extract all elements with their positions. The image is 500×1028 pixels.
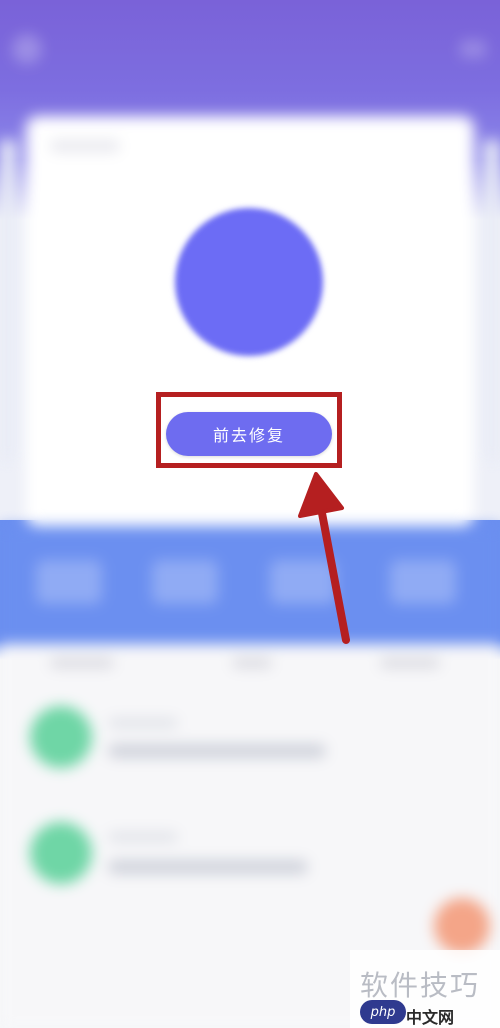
feature-tile[interactable]: [36, 560, 102, 604]
list-item-subtitle: [108, 718, 178, 728]
floating-action-button[interactable]: [434, 898, 490, 954]
card-side-left: [0, 140, 16, 460]
top-bar: [0, 0, 500, 90]
tab-placeholder[interactable]: [232, 658, 272, 668]
list-item-title: [108, 744, 326, 758]
watermark-logo: php: [360, 1000, 406, 1024]
card-side-right: [484, 140, 500, 460]
highlight-box: [156, 392, 342, 468]
back-icon[interactable]: [12, 34, 42, 64]
card-title-placeholder: [50, 140, 120, 152]
list-item-icon: [30, 822, 92, 884]
feature-tile[interactable]: [152, 560, 218, 604]
tab-placeholder[interactable]: [50, 658, 114, 668]
status-circle-icon: [175, 208, 323, 356]
feature-tile[interactable]: [390, 560, 456, 604]
feature-tile[interactable]: [270, 560, 336, 604]
watermark-sub-text: 中文网: [406, 1008, 455, 1027]
menu-icon[interactable]: [460, 40, 486, 58]
list-item-icon: [30, 706, 92, 768]
tab-placeholder[interactable]: [380, 658, 440, 668]
list-item-subtitle: [108, 832, 178, 842]
blurred-background: [0, 0, 500, 1028]
app-screen: 前去修复 软件技巧 php 中文网: [0, 0, 500, 1028]
list-item-title: [108, 860, 308, 874]
watermark-main-text: 软件技巧: [360, 969, 481, 1002]
